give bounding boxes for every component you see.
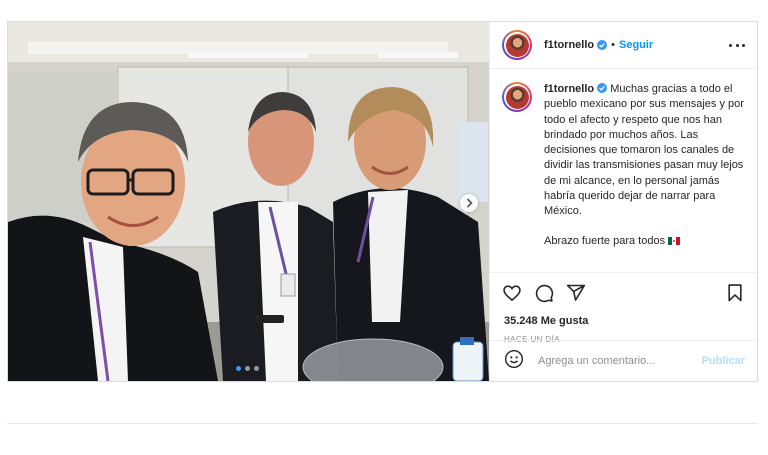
heart-icon[interactable] bbox=[502, 283, 522, 308]
caption-avatar[interactable] bbox=[502, 82, 532, 112]
post-photo[interactable] bbox=[8, 22, 489, 381]
mexico-flag-icon bbox=[668, 236, 681, 245]
verified-badge-icon bbox=[597, 40, 608, 50]
post-sidebar: f1tornello • Seguir f1tornello Muchas gr… bbox=[489, 22, 757, 381]
publish-button[interactable]: Publicar bbox=[702, 355, 745, 367]
comment-input[interactable] bbox=[536, 354, 690, 368]
divider bbox=[7, 423, 758, 424]
verified-badge-icon bbox=[597, 83, 608, 93]
carousel-dot bbox=[245, 366, 250, 371]
caption-section: f1tornello Muchas gracias a todo el pueb… bbox=[490, 69, 757, 273]
bookmark-icon[interactable] bbox=[725, 283, 745, 308]
likes-count[interactable]: 35.248 Me gusta bbox=[504, 315, 588, 327]
caption-greeting: Abrazo fuerte para todos bbox=[544, 234, 666, 247]
caption: f1tornello Muchas gracias a todo el pueb… bbox=[544, 82, 748, 249]
carousel-next-button[interactable] bbox=[460, 194, 478, 212]
carousel-dot bbox=[236, 366, 241, 371]
emoji-icon[interactable] bbox=[504, 349, 524, 374]
more-options-icon[interactable] bbox=[729, 40, 745, 50]
comment-icon[interactable] bbox=[534, 283, 554, 308]
action-bar bbox=[502, 283, 745, 305]
avatar[interactable] bbox=[502, 30, 532, 60]
share-icon[interactable] bbox=[566, 283, 586, 308]
carousel-dot bbox=[254, 366, 259, 371]
caption-username-link[interactable]: f1tornello bbox=[544, 83, 594, 95]
avatar-image bbox=[505, 85, 529, 109]
follow-button[interactable]: Seguir bbox=[619, 39, 653, 51]
post-photo-image bbox=[8, 22, 489, 381]
chevron-right-icon bbox=[466, 198, 473, 208]
carousel-indicator bbox=[236, 366, 259, 371]
avatar-image bbox=[505, 33, 529, 57]
caption-text: Muchas gracias a todo el pueblo mexicano… bbox=[544, 83, 744, 218]
post-header: f1tornello • Seguir bbox=[490, 22, 757, 69]
header-separator: • bbox=[611, 39, 615, 51]
comment-bar: Publicar bbox=[490, 340, 757, 381]
instagram-post: f1tornello • Seguir f1tornello Muchas gr… bbox=[7, 21, 758, 382]
username-link[interactable]: f1tornello bbox=[544, 39, 594, 51]
